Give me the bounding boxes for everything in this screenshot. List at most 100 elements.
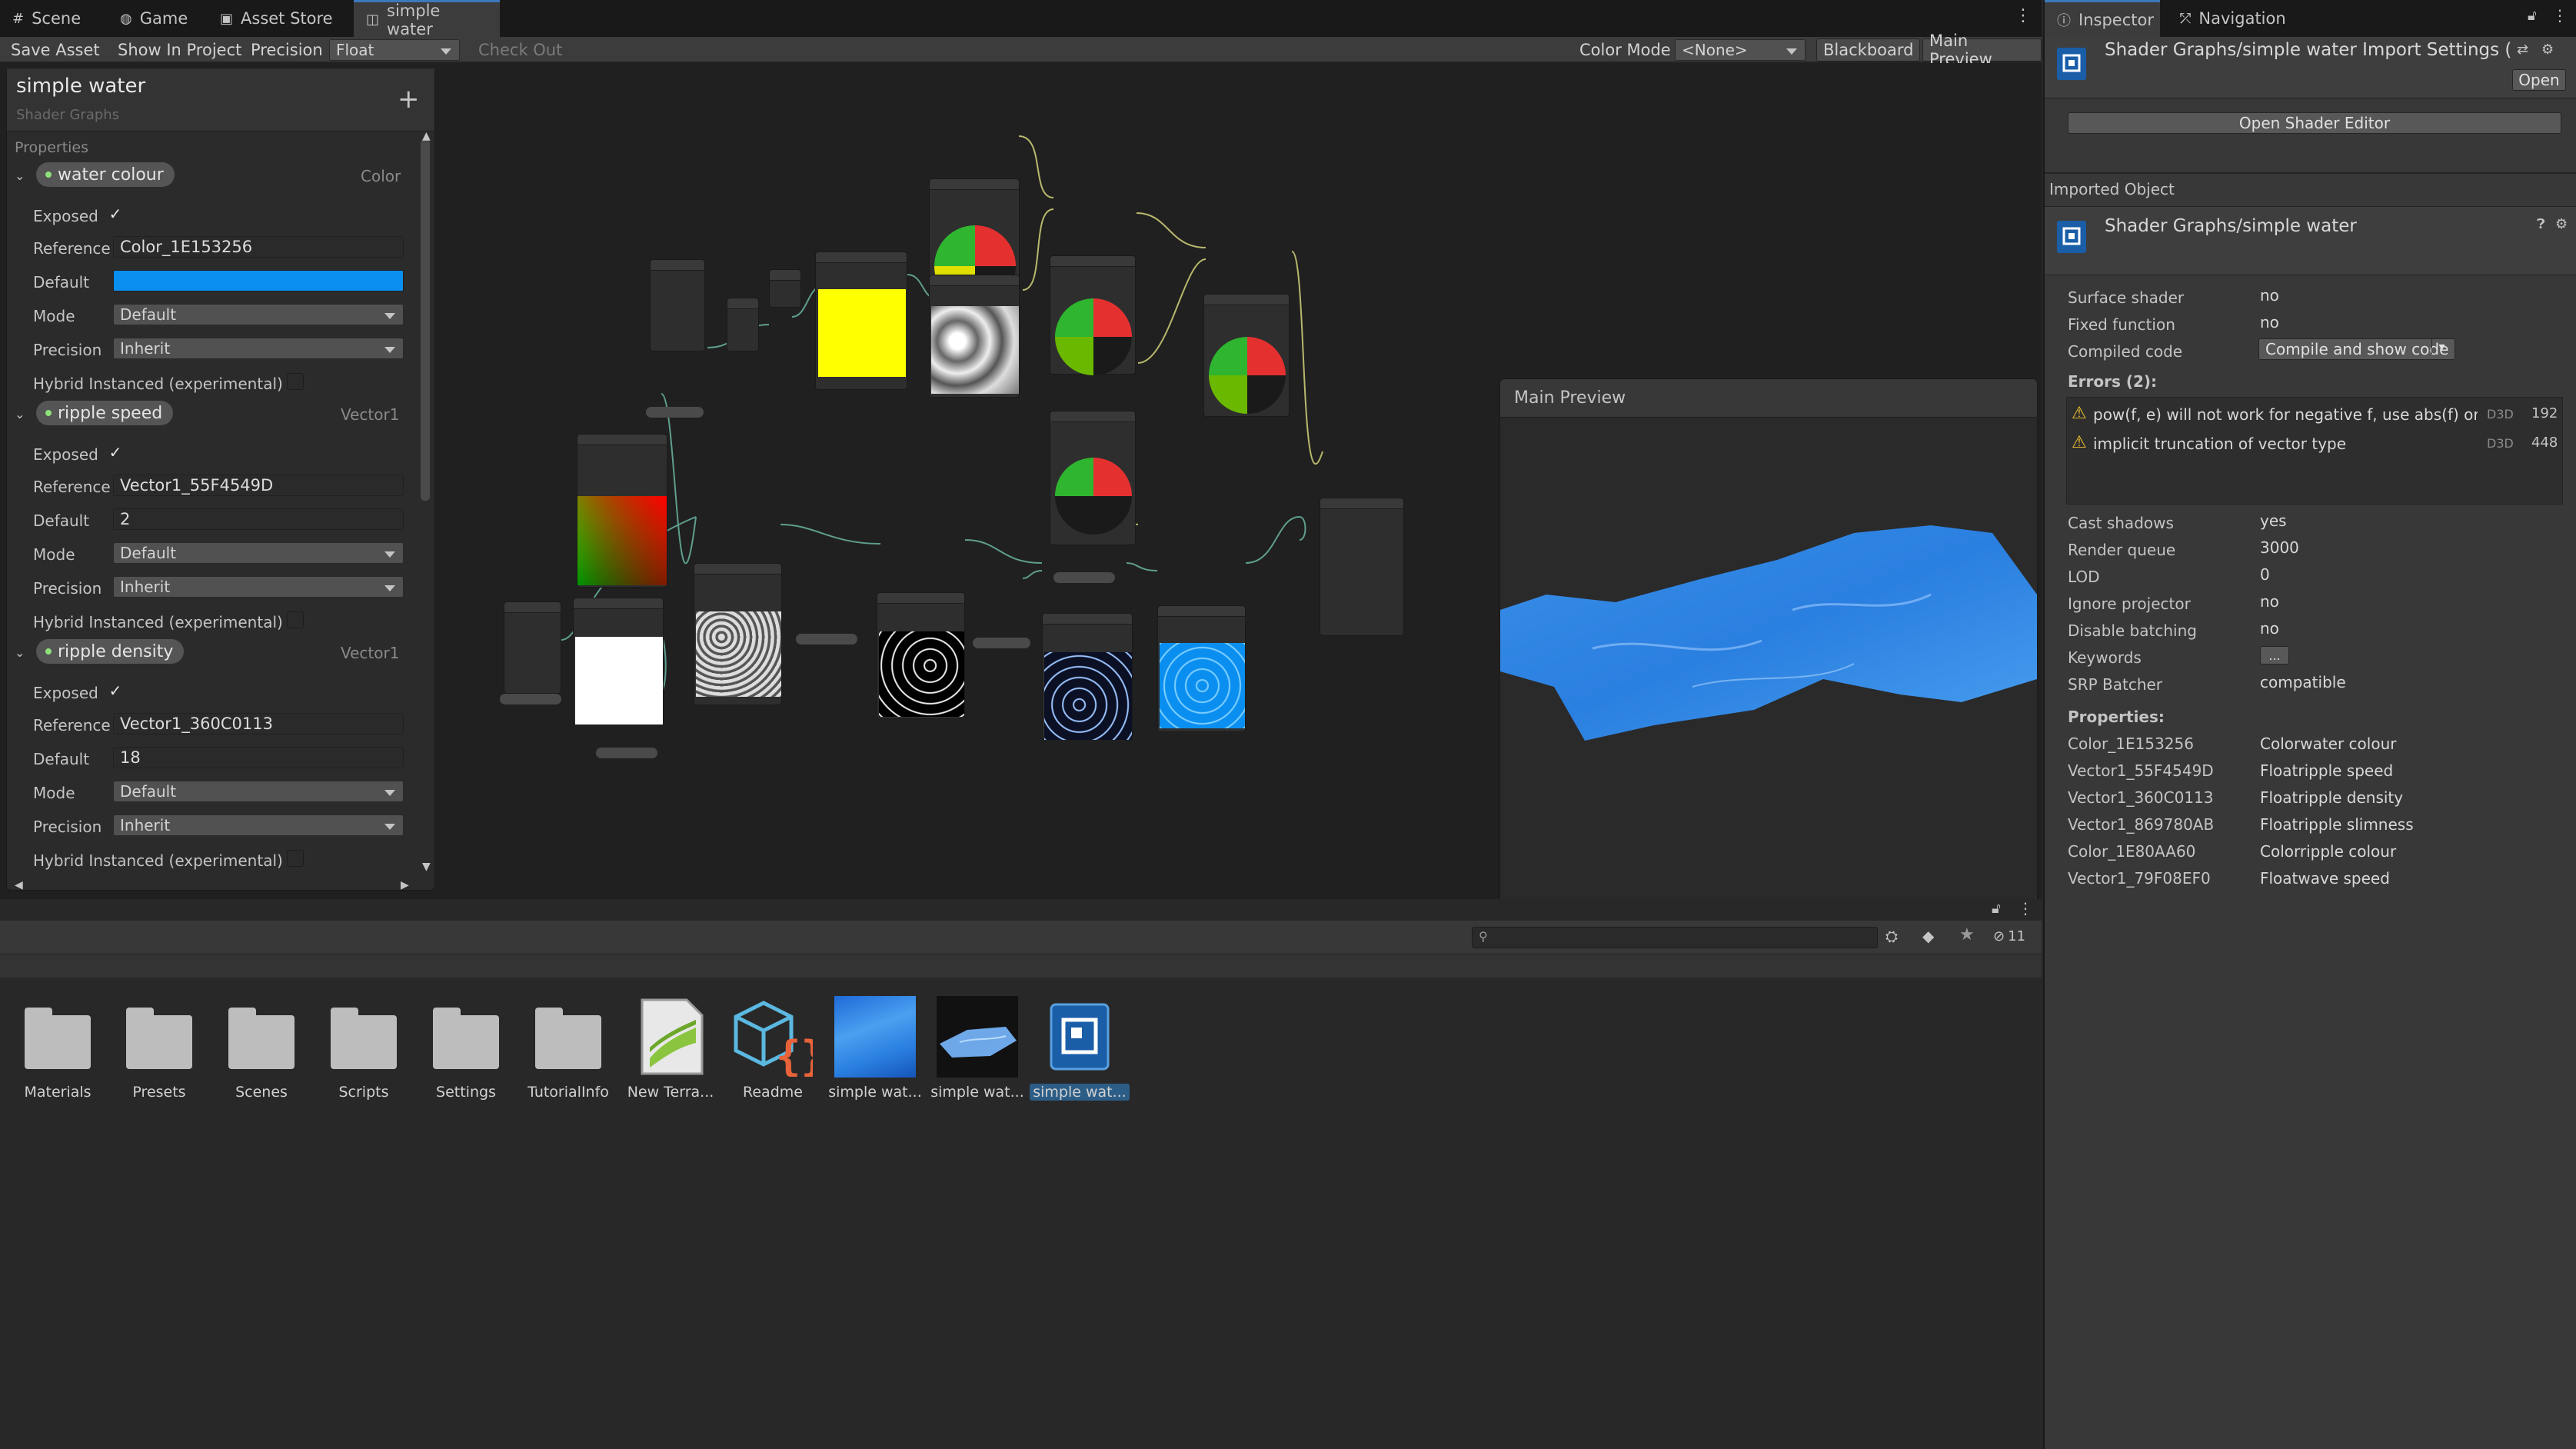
error-message[interactable]: pow(f, e) will not work for negative f, … [2093,405,2478,424]
default-value-field[interactable]: 18 [113,747,404,768]
property-chip[interactable] [1053,572,1115,583]
chevron-down-icon[interactable]: ⌄ [15,168,25,183]
more-options-icon[interactable]: ⋮ [2552,6,2568,25]
more-options-icon[interactable]: ⋮ [2015,6,2032,25]
chevron-down-icon[interactable]: ⌄ [15,407,25,421]
property-pill-water-colour[interactable]: water colour [36,162,175,187]
property-chip[interactable] [646,407,704,418]
default-value-field[interactable]: 2 [113,508,404,530]
precision-dropdown[interactable]: Float [329,39,460,61]
multiply-node[interactable] [727,298,759,351]
hybrid-checkbox[interactable] [287,850,304,867]
asset-folder-settings[interactable]: Settings [421,996,511,1101]
preset-icon[interactable]: ⇄ [2517,42,2528,58]
blackboard-button[interactable]: Blackboard [1816,38,1921,62]
asset-folder-scenes[interactable]: Scenes [216,996,307,1101]
gear-icon[interactable]: ⚙ [2541,42,2554,58]
tab-navigation[interactable]: ⤱ Navigation [2168,0,2298,37]
open-shader-editor-button[interactable]: Open Shader Editor [2068,112,2561,134]
precision-dropdown[interactable]: Inherit [113,338,404,359]
asset-terrain[interactable]: New Terra... [625,996,716,1101]
blackboard-scrollbar[interactable] [421,139,430,501]
add-node[interactable] [1157,605,1246,732]
error-message[interactable]: implicit truncation of vector type [2093,435,2346,453]
favorite-star-icon[interactable]: ★ [1959,925,1975,944]
color-mode-dropdown[interactable]: <None> [1675,39,1806,61]
property-pill-ripple-density[interactable]: ripple density [36,639,185,664]
more-options-icon[interactable]: ⋮ [2018,899,2033,918]
save-asset-button[interactable]: Save Asset [5,38,106,62]
time-node[interactable] [650,259,705,351]
main-preview-button[interactable]: Main Preview [1922,32,2042,68]
position-node[interactable] [1050,411,1136,545]
multiply-node[interactable] [1050,255,1136,375]
open-button[interactable]: Open [2512,69,2566,91]
scroll-down-icon[interactable]: ▼ [422,861,431,873]
filter-by-type-icon[interactable]: ⛭ [1885,927,1898,945]
radial-shear-node[interactable] [577,434,667,588]
property-chip[interactable] [596,748,657,758]
mode-dropdown[interactable]: Default [113,781,404,802]
keywords-button[interactable]: ... [2260,646,2289,665]
filter-by-label-icon[interactable]: ◆ [1922,927,1934,945]
add-node[interactable] [1203,294,1290,417]
property-chip[interactable] [973,638,1030,648]
exposed-checkbox[interactable]: ✓ [107,444,124,461]
multiply-node[interactable] [573,598,664,724]
tiling-offset-node[interactable] [815,251,907,390]
scroll-up-icon[interactable]: ▲ [422,130,431,142]
property-pill-ripple-speed[interactable]: ripple speed [36,401,174,425]
chevron-down-icon[interactable]: ▾ [2431,339,2451,354]
asset-shadergraph[interactable]: simple wat... [1030,996,1130,1101]
gear-icon[interactable]: ⚙ [2555,216,2568,232]
mode-dropdown[interactable]: Default [113,304,404,325]
lock-icon[interactable]: 🔓︎ [1992,901,2001,917]
precision-dropdown[interactable]: Inherit [113,576,404,598]
split-node[interactable] [769,269,801,308]
compile-and-show-code-button[interactable]: Compile and show code ▾ [2258,338,2455,360]
scroll-right-icon[interactable]: ▶ [401,879,409,891]
lock-icon[interactable]: 🔓︎ [2528,8,2537,24]
precision-dropdown[interactable]: Inherit [113,814,404,836]
reference-field[interactable]: Vector1_360C0113 [113,713,404,734]
help-icon[interactable]: ❓︎ [2537,216,2545,232]
default-color-swatch[interactable] [113,270,404,291]
reference-field[interactable]: Color_1E153256 [113,236,404,258]
tab-inspector[interactable]: ⓘ Inspector [2045,0,2160,37]
property-chip[interactable] [796,634,857,645]
property-chip[interactable] [500,694,561,705]
time-node[interactable] [504,601,561,694]
tab-simple-water[interactable]: ◫ simple water [354,0,500,38]
show-in-project-button[interactable]: Show In Project [111,38,248,62]
gradient-noise-node[interactable] [929,275,1020,398]
reference-field[interactable]: Vector1_55F4549D [113,475,404,496]
asset-folder-presets[interactable]: Presets [114,996,205,1101]
scroll-left-icon[interactable]: ◀ [15,879,23,891]
graph-canvas[interactable]: simple water Shader Graphs + Properties … [0,63,2042,959]
asset-folder-scripts[interactable]: Scripts [318,996,409,1101]
check-out-button[interactable]: Check Out [472,38,568,62]
asset-readme[interactable]: {} Readme [727,996,818,1101]
tab-game[interactable]: ◍ Game [108,0,200,37]
hybrid-checkbox[interactable] [287,373,304,390]
multiply-node[interactable] [1042,613,1133,740]
power-node[interactable] [877,592,965,719]
add-property-button[interactable]: + [398,84,420,115]
chevron-down-icon[interactable]: ⌄ [15,645,25,660]
asset-material[interactable]: simple wat... [828,996,922,1101]
exposed-checkbox[interactable]: ✓ [107,205,124,222]
reference-label: Reference [33,716,111,734]
tab-asset-store[interactable]: ▣ Asset Store [208,0,345,37]
pbr-master-node[interactable] [1320,498,1404,636]
tab-scene[interactable]: # Scene [0,0,93,37]
exposed-checkbox[interactable]: ✓ [107,682,124,699]
asset-folder-materials[interactable]: Materials [12,996,103,1101]
main-preview-panel[interactable]: Main Preview [1499,378,2038,959]
asset-mesh[interactable]: simple wat... [930,996,1024,1101]
mode-dropdown[interactable]: Default [113,542,404,564]
hidden-packages-toggle[interactable]: ⊘ 11 [1993,928,2025,944]
search-input[interactable]: ⚲ [1472,927,1878,948]
asset-folder-tutorialinfo[interactable]: TutorialInfo [523,996,614,1101]
voronoi-node[interactable] [694,563,782,705]
hybrid-checkbox[interactable] [287,611,304,628]
